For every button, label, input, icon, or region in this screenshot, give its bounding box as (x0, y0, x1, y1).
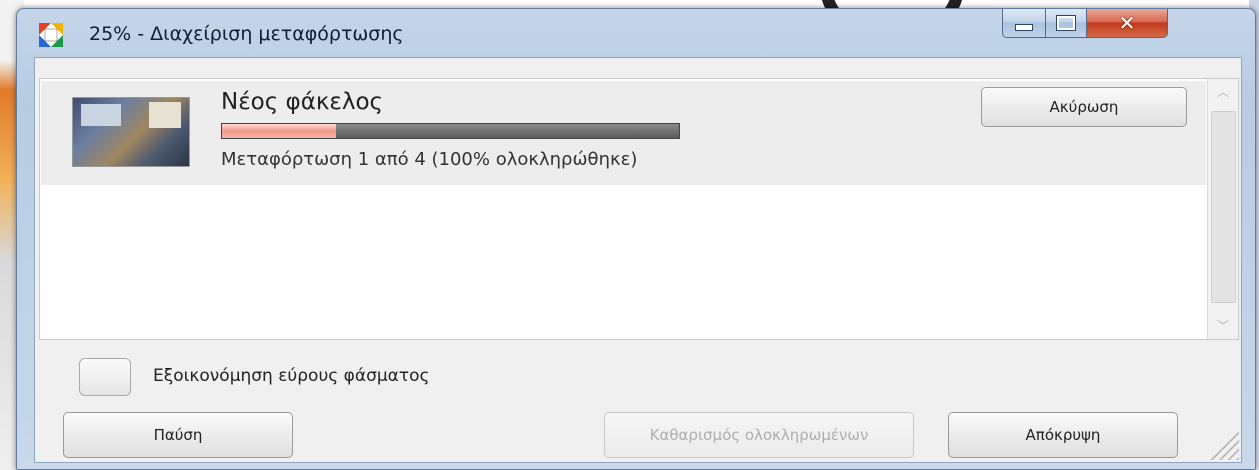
upload-progress-bar (221, 123, 680, 139)
thumbnail-detail (81, 104, 121, 126)
bandwidth-saving-checkbox[interactable] (79, 358, 131, 396)
upload-progress-fill (222, 124, 337, 138)
close-icon: ✕ (1118, 11, 1136, 35)
clear-completed-button[interactable]: Καθαρισμός ολοκληρωμένων (604, 412, 914, 458)
upload-item-status: Μεταφόρτωση 1 από 4 (100% ολοκληρώθηκε) (221, 149, 638, 170)
resize-grip[interactable] (1209, 430, 1239, 460)
scrollbar-thumb[interactable] (1211, 111, 1236, 303)
vertical-scrollbar[interactable]: ︿ ﹀ (1207, 79, 1238, 339)
cancel-button[interactable]: Ακύρωση (981, 87, 1187, 127)
picasa-icon (39, 23, 63, 47)
upload-item-name: Νέος φάκελος (221, 89, 384, 115)
window-title: 25% - Διαχείριση μεταφόρτωσης (89, 23, 404, 45)
close-button[interactable]: ✕ (1086, 9, 1168, 38)
list-item[interactable]: Νέος φάκελος Μεταφόρτωση 1 από 4 (100% ο… (41, 81, 1206, 185)
client-area: Νέος φάκελος Μεταφόρτωση 1 από 4 (100% ο… (34, 57, 1242, 463)
hide-button[interactable]: Απόκρυψη (948, 412, 1178, 458)
folder-thumbnail (72, 97, 190, 167)
scroll-down-icon[interactable]: ﹀ (1208, 313, 1238, 339)
scroll-up-icon[interactable]: ︿ (1208, 79, 1238, 105)
maximize-icon (1056, 15, 1076, 31)
minimize-button[interactable] (1002, 9, 1046, 38)
title-bar[interactable]: 25% - Διαχείριση μεταφόρτωσης ✕ (17, 9, 1255, 57)
maximize-button[interactable] (1045, 9, 1087, 38)
upload-list: Νέος φάκελος Μεταφόρτωση 1 από 4 (100% ο… (39, 78, 1239, 340)
minimize-icon (1015, 23, 1033, 31)
thumbnail-detail (149, 102, 181, 128)
upload-manager-window: 25% - Διαχείριση μεταφόρτωσης ✕ Νέος φάκ… (16, 8, 1256, 470)
pause-button[interactable]: Παύση (63, 412, 293, 458)
bandwidth-saving-label: Εξοικονόμηση εύρους φάσματος (153, 366, 430, 386)
